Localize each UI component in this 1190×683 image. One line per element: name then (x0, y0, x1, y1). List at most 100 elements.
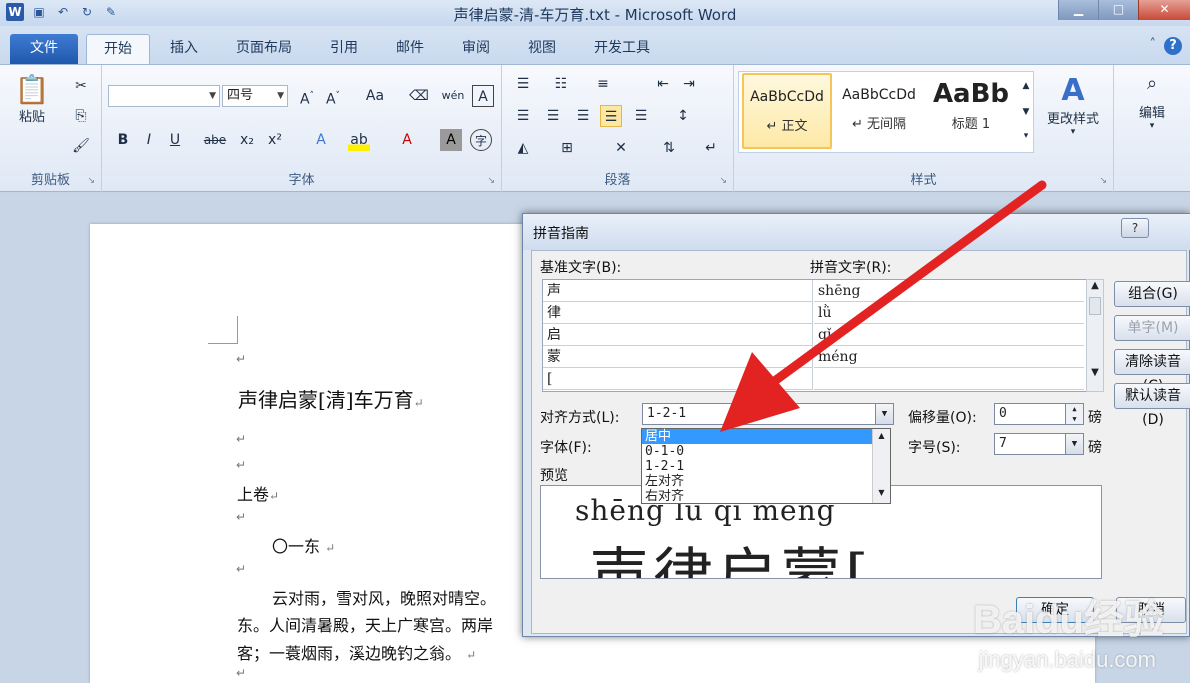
change-styles-button[interactable]: A 更改样式 ▾ (1040, 73, 1106, 137)
close-button[interactable]: ✕ (1138, 0, 1190, 20)
format-painter-icon[interactable]: 🖌 (70, 135, 92, 157)
minimize-button[interactable]: ▁ (1058, 0, 1098, 20)
italic-button[interactable]: I (138, 129, 160, 151)
ruby-cell[interactable] (814, 368, 1084, 390)
chevron-down-icon[interactable]: ▼ (1065, 434, 1083, 454)
tab-review[interactable]: 审阅 (454, 34, 498, 64)
align-center-icon[interactable]: ☰ (542, 105, 564, 127)
style-normal[interactable]: AaBbCcDd ↵ 正文 (742, 73, 832, 149)
styles-scroll-up-icon[interactable]: ▲ (1018, 75, 1034, 97)
spin-arrows-icon[interactable]: ▲ ▼ (1065, 404, 1083, 424)
numbering-icon[interactable]: ☷ (550, 73, 572, 95)
base-cell[interactable]: [ (543, 368, 813, 390)
char-shading-button[interactable]: A (440, 129, 462, 151)
ruby-cell[interactable]: méng (814, 346, 1084, 368)
tab-references[interactable]: 引用 (322, 34, 366, 64)
ruby-cell[interactable]: shēng (814, 280, 1084, 302)
dialog-help-button[interactable]: ? (1121, 218, 1149, 238)
body-line-1[interactable]: 云对雨，雪对风，晚照对晴空。 (272, 585, 496, 609)
offset-spinner[interactable]: 0 ▲ ▼ (994, 403, 1084, 425)
ruby-cell[interactable]: qǐ (814, 324, 1084, 346)
dropdown-scrollbar[interactable]: ▲ ▼ (872, 429, 890, 503)
text-effects-button[interactable]: A (310, 129, 332, 151)
document-heading[interactable]: 声律启蒙[清]车万育↵ (238, 384, 424, 413)
body-line-2[interactable]: 东。人间清暑殿，天上广寒宫。两岸 (237, 612, 493, 636)
tab-file[interactable]: 文件 (10, 34, 78, 64)
sort-icon[interactable]: ⇅ (658, 137, 680, 159)
cut-icon[interactable]: ✂ (70, 75, 92, 97)
char-border-button[interactable]: A (472, 85, 494, 107)
dialog-launcher-icon[interactable]: ↘ (487, 176, 495, 186)
ruby-cell[interactable]: lǜ (814, 302, 1084, 324)
scroll-up-icon[interactable]: ▲ (1087, 280, 1103, 291)
scroll-thumb[interactable] (1089, 297, 1101, 315)
grow-font-button[interactable]: A˄ (296, 85, 318, 108)
font-color-button[interactable]: A (396, 129, 418, 151)
subsection-title[interactable]: 〇一东 ↵ (272, 533, 335, 557)
body-line-3[interactable]: 客；一蓑烟雨，溪边晚钓之翁。 ↵ (237, 640, 476, 664)
editing-button[interactable]: ⌕ 编辑 ▾ (1128, 73, 1176, 131)
change-case-button[interactable]: Aa (360, 85, 390, 107)
increase-indent-icon[interactable]: ⇥ (678, 73, 700, 95)
base-cell[interactable]: 蒙 (543, 346, 813, 368)
strikethrough-button[interactable]: abe (200, 129, 230, 151)
help-icon[interactable]: ? (1164, 37, 1182, 55)
decrease-indent-icon[interactable]: ⇤ (652, 73, 674, 95)
align-left-icon[interactable]: ☰ (512, 105, 534, 127)
alignment-option[interactable]: 0-1-0 (642, 444, 890, 459)
base-cell[interactable]: 启 (543, 324, 813, 346)
style-heading-1[interactable]: AaBb 标题 1 (926, 73, 1016, 149)
shrink-font-button[interactable]: A˅ (322, 85, 344, 108)
alignment-option[interactable]: 居中 (642, 429, 890, 444)
phonetic-guide-button[interactable]: wén (438, 85, 468, 107)
styles-scroll-down-icon[interactable]: ▼ (1018, 101, 1034, 123)
align-right-icon[interactable]: ☰ (572, 105, 594, 127)
show-marks-icon[interactable]: ↵ (700, 137, 722, 159)
section-title[interactable]: 上卷↵ (237, 481, 279, 505)
collapse-ribbon-icon[interactable]: ˄ (1150, 37, 1157, 55)
tab-insert[interactable]: 插入 (160, 34, 208, 64)
paste-button[interactable]: 📋 粘贴 (14, 73, 50, 133)
dialog-launcher-icon[interactable]: ↘ (87, 176, 95, 186)
dialog-launcher-icon[interactable]: ↘ (719, 176, 727, 186)
justify-icon[interactable]: ☰ (600, 105, 622, 127)
dialog-launcher-icon[interactable]: ↘ (1099, 176, 1107, 186)
clear-format-icon[interactable]: ⌫ (408, 85, 430, 107)
highlight-button[interactable]: ab (348, 129, 370, 151)
scroll-down-icon[interactable]: ▼ (1087, 367, 1103, 378)
alignment-option[interactable]: 1-2-1 (642, 459, 890, 474)
alignment-combo[interactable]: 1-2-1 ▼ (642, 403, 894, 425)
style-no-spacing[interactable]: AaBbCcDd ↵ 无间隔 (834, 73, 924, 149)
tab-page-layout[interactable]: 页面布局 (226, 34, 302, 64)
alignment-option[interactable]: 左对齐 (642, 474, 890, 489)
group-button[interactable]: 组合(G) (1114, 281, 1190, 307)
copy-icon[interactable]: ⎘ (70, 105, 92, 127)
line-spacing-icon[interactable]: ↕ (672, 105, 694, 127)
font-name-combo[interactable]: ▼ (108, 85, 220, 107)
mono-button[interactable]: 单字(M) (1114, 315, 1190, 341)
chevron-down-icon[interactable]: ▼ (875, 404, 893, 424)
superscript-button[interactable]: x² (264, 129, 286, 151)
size-combo[interactable]: 7 ▼ (994, 433, 1084, 455)
borders-icon[interactable]: ⊞ (556, 137, 578, 159)
styles-more-icon[interactable]: ▾ (1018, 125, 1034, 147)
bold-button[interactable]: B (112, 129, 134, 151)
distribute-icon[interactable]: ☰ (630, 105, 652, 127)
bullets-icon[interactable]: ☰ (512, 73, 534, 95)
underline-button[interactable]: U (164, 129, 186, 151)
enclose-char-button[interactable]: 字 (470, 129, 492, 151)
font-size-combo[interactable]: 四号 ▼ (222, 85, 288, 107)
tab-view[interactable]: 视图 (520, 34, 564, 64)
base-cell[interactable]: 律 (543, 302, 813, 324)
base-cell[interactable]: 声 (543, 280, 813, 302)
tab-home[interactable]: 开始 (86, 34, 150, 64)
maximize-button[interactable]: □ (1098, 0, 1138, 20)
tab-developer[interactable]: 开发工具 (584, 34, 660, 64)
alignment-option[interactable]: 右对齐 (642, 489, 890, 501)
multilevel-list-icon[interactable]: ≡ (592, 73, 614, 95)
shading-icon[interactable]: ◭ (512, 137, 534, 159)
tab-mailings[interactable]: 邮件 (388, 34, 432, 64)
clear-reading-button[interactable]: 清除读音(C) (1114, 349, 1190, 394)
chinese-layout-icon[interactable]: ✕ (610, 137, 632, 159)
subscript-button[interactable]: x₂ (236, 129, 258, 151)
